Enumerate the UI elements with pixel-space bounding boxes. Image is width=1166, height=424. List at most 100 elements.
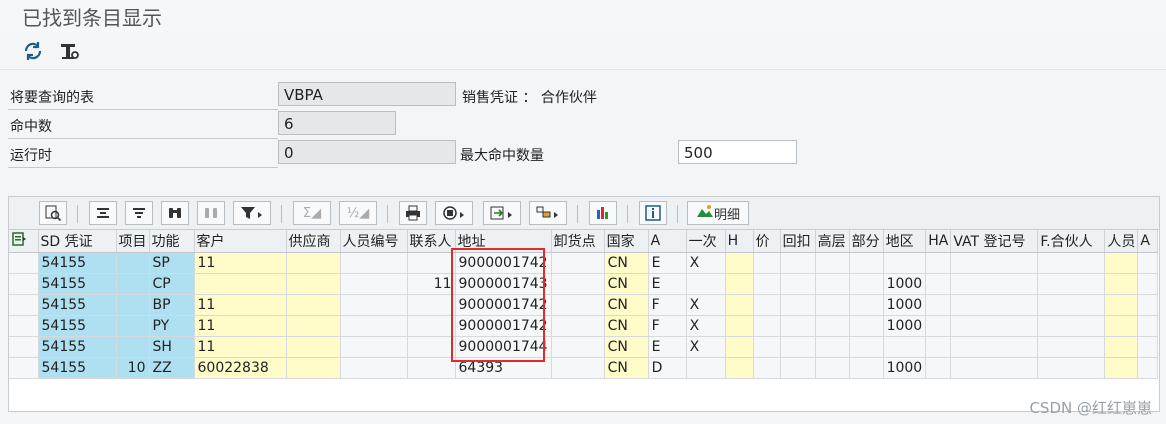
table-cell[interactable]: 54155 bbox=[38, 273, 117, 295]
table-cell[interactable] bbox=[950, 294, 1039, 316]
column-header[interactable]: 人员 bbox=[1104, 230, 1139, 253]
table-cell[interactable]: 11 bbox=[194, 315, 287, 337]
table-cell[interactable] bbox=[950, 336, 1039, 358]
table-cell[interactable]: 1000 bbox=[883, 273, 927, 295]
table-cell[interactable]: 54155 bbox=[38, 252, 117, 274]
table-cell[interactable] bbox=[116, 273, 150, 295]
table-cell[interactable] bbox=[725, 336, 754, 358]
table-cell[interactable] bbox=[1037, 315, 1106, 337]
table-cell[interactable] bbox=[194, 273, 287, 295]
table-cell[interactable] bbox=[1137, 252, 1159, 274]
chart-icon[interactable] bbox=[589, 201, 617, 225]
column-header[interactable]: 项目 bbox=[116, 230, 150, 253]
table-cell[interactable] bbox=[1037, 273, 1106, 295]
table-cell[interactable] bbox=[551, 294, 605, 316]
table-cell[interactable] bbox=[925, 357, 952, 379]
info-icon[interactable] bbox=[639, 201, 667, 225]
sort-ascending-icon[interactable] bbox=[89, 201, 117, 225]
table-cell[interactable] bbox=[725, 294, 754, 316]
table-cell[interactable] bbox=[815, 294, 850, 316]
table-cell[interactable] bbox=[551, 336, 605, 358]
table-cell[interactable] bbox=[925, 252, 952, 274]
table-cell[interactable] bbox=[116, 252, 150, 274]
table-cell[interactable] bbox=[340, 273, 408, 295]
table-cell[interactable] bbox=[725, 273, 754, 295]
table-cell[interactable] bbox=[883, 252, 927, 274]
sum-icon[interactable]: Σ◢ bbox=[293, 201, 331, 225]
table-cell[interactable] bbox=[1137, 315, 1159, 337]
table-row[interactable]: 54155 BP 11 9000001742 CN F X 1000 bbox=[9, 294, 1159, 316]
table-cell[interactable] bbox=[286, 252, 341, 274]
table-cell[interactable]: X bbox=[686, 315, 726, 337]
column-header[interactable]: F.合伙人 bbox=[1037, 230, 1106, 253]
column-header[interactable]: 卸货点 bbox=[551, 230, 605, 253]
table-cell[interactable] bbox=[753, 336, 781, 358]
table-cell[interactable] bbox=[286, 294, 341, 316]
row-selector[interactable] bbox=[9, 294, 39, 316]
table-cell[interactable] bbox=[780, 273, 816, 295]
table-cell[interactable] bbox=[950, 357, 1039, 379]
table-cell[interactable] bbox=[950, 252, 1039, 274]
table-cell[interactable]: CN bbox=[604, 357, 649, 379]
table-cell[interactable]: F bbox=[648, 294, 687, 316]
table-cell[interactable] bbox=[753, 315, 781, 337]
table-cell[interactable]: 54155 bbox=[38, 315, 117, 337]
table-cell[interactable] bbox=[551, 273, 605, 295]
table-cell[interactable] bbox=[340, 294, 408, 316]
table-cell[interactable]: E bbox=[648, 336, 687, 358]
table-cell[interactable] bbox=[925, 315, 952, 337]
column-header[interactable]: 人员编号 bbox=[340, 230, 408, 253]
table-cell[interactable] bbox=[1104, 315, 1139, 337]
table-cell[interactable]: 11 bbox=[407, 273, 456, 295]
table-cell[interactable] bbox=[1104, 252, 1139, 274]
column-header[interactable]: 供应商 bbox=[286, 230, 341, 253]
table-cell[interactable] bbox=[1037, 336, 1106, 358]
column-header[interactable]: 功能 bbox=[149, 230, 195, 253]
export-icon[interactable] bbox=[483, 201, 521, 225]
row-selector[interactable] bbox=[9, 273, 39, 295]
table-cell[interactable] bbox=[407, 336, 456, 358]
table-cell[interactable] bbox=[1037, 357, 1106, 379]
table-cell[interactable]: 1000 bbox=[883, 315, 927, 337]
column-header[interactable]: H bbox=[725, 230, 754, 253]
table-cell[interactable] bbox=[925, 273, 952, 295]
column-header[interactable]: 地区 bbox=[883, 230, 927, 253]
table-cell[interactable]: X bbox=[686, 294, 726, 316]
column-header[interactable]: HA bbox=[925, 230, 952, 253]
table-cell[interactable]: CP bbox=[149, 273, 195, 295]
table-row[interactable]: 54155 SH 11 9000001744 CN E X bbox=[9, 336, 1159, 358]
table-row[interactable]: 54155 SP 11 9000001742 CN E X bbox=[9, 252, 1159, 274]
table-cell[interactable] bbox=[950, 315, 1039, 337]
table-cell[interactable] bbox=[551, 357, 605, 379]
table-cell[interactable]: X bbox=[686, 252, 726, 274]
table-cell[interactable] bbox=[815, 252, 850, 274]
table-cell[interactable]: CN bbox=[604, 252, 649, 274]
table-cell[interactable] bbox=[849, 273, 884, 295]
table-cell[interactable] bbox=[116, 315, 150, 337]
table-cell[interactable] bbox=[725, 252, 754, 274]
column-header[interactable]: 一次 bbox=[686, 230, 726, 253]
column-header[interactable]: 部分 bbox=[849, 230, 884, 253]
table-cell[interactable] bbox=[407, 357, 456, 379]
column-header[interactable]: 高层 bbox=[815, 230, 850, 253]
column-header[interactable]: VAT 登记号 bbox=[950, 230, 1039, 253]
table-cell[interactable] bbox=[286, 273, 341, 295]
table-cell[interactable]: E bbox=[648, 252, 687, 274]
table-cell[interactable]: SH bbox=[149, 336, 195, 358]
table-cell[interactable] bbox=[551, 315, 605, 337]
table-cell[interactable] bbox=[815, 336, 850, 358]
table-cell[interactable] bbox=[340, 252, 408, 274]
table-cell[interactable] bbox=[883, 336, 927, 358]
table-cell[interactable] bbox=[551, 252, 605, 274]
table-cell[interactable] bbox=[286, 336, 341, 358]
table-cell[interactable] bbox=[780, 252, 816, 274]
max-hits-field[interactable]: 500 bbox=[678, 140, 797, 164]
table-cell[interactable]: 1000 bbox=[883, 294, 927, 316]
table-cell[interactable] bbox=[849, 294, 884, 316]
table-cell[interactable]: 54155 bbox=[38, 357, 117, 379]
print-icon[interactable] bbox=[399, 201, 427, 225]
table-cell[interactable]: F bbox=[648, 315, 687, 337]
table-cell[interactable]: 11 bbox=[194, 336, 287, 358]
table-cell[interactable] bbox=[725, 357, 754, 379]
table-cell[interactable]: CN bbox=[604, 336, 649, 358]
